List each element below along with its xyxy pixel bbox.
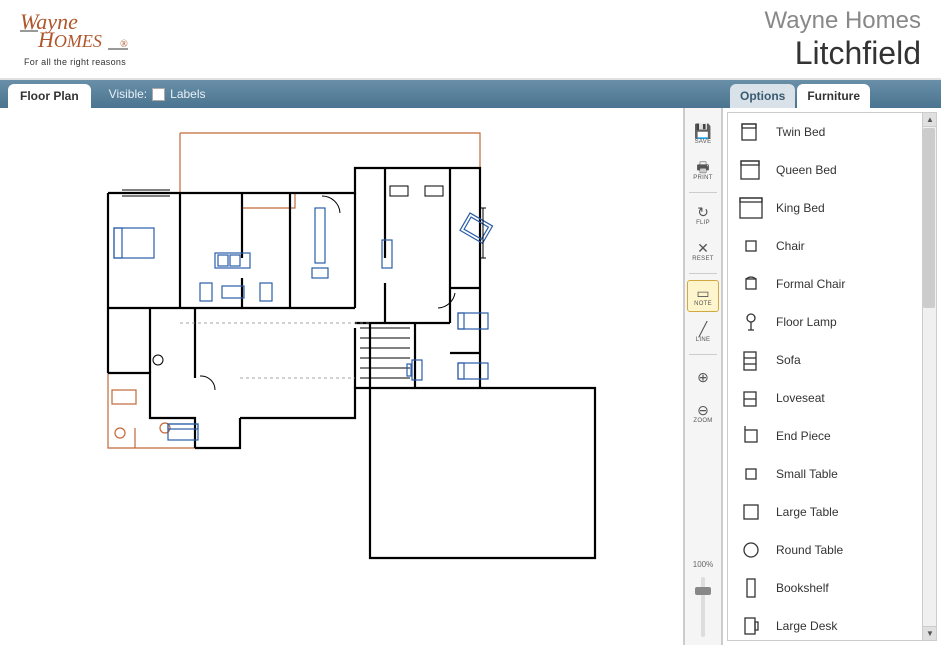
furniture-item-formal-chair[interactable]: Formal Chair xyxy=(728,265,936,303)
furniture-item-king-bed[interactable]: King Bed xyxy=(728,189,936,227)
print-icon: 🖶 xyxy=(696,160,709,174)
print-button[interactable]: 🖶 PRINT xyxy=(687,154,719,186)
bookshelf-icon xyxy=(738,575,764,601)
tool-panel: 💾 SAVE 🖶 PRINT ↻ FLIP ✕ RESET ▭ NOTE ╱ L… xyxy=(684,108,722,645)
furniture-item-end-piece[interactable]: End Piece xyxy=(728,417,936,455)
round-table-icon xyxy=(738,537,764,563)
formal-chair-icon xyxy=(738,271,764,297)
furniture-label: Twin Bed xyxy=(776,125,825,139)
furniture-item-floor-lamp[interactable]: Floor Lamp xyxy=(728,303,936,341)
zoom-slider[interactable] xyxy=(701,577,705,637)
svg-text:®: ® xyxy=(120,39,128,50)
save-button[interactable]: 💾 SAVE xyxy=(687,118,719,150)
sofa-icon xyxy=(738,347,764,373)
furniture-label: Loveseat xyxy=(776,391,825,405)
note-icon: ▭ xyxy=(696,286,709,300)
end-piece-icon xyxy=(738,423,764,449)
furniture-label: Small Table xyxy=(776,467,838,481)
floor-lamp-icon xyxy=(738,309,764,335)
large-table-icon xyxy=(738,499,764,525)
logo: Wayne HOMES ® For all the right reasons xyxy=(20,11,130,67)
furniture-label: End Piece xyxy=(776,429,831,443)
small-table-icon xyxy=(738,461,764,487)
header-company: Wayne Homes xyxy=(765,7,922,35)
large-desk-icon xyxy=(738,613,764,639)
zoom-in-icon: ⊕ xyxy=(697,370,709,384)
furniture-label: Large Desk xyxy=(776,619,837,633)
visible-label: Visible: xyxy=(109,87,147,101)
furniture-label: Queen Bed xyxy=(776,163,837,177)
tab-floor-plan[interactable]: Floor Plan xyxy=(8,84,91,108)
furniture-item-bookshelf[interactable]: Bookshelf xyxy=(728,569,936,607)
furniture-label: Bookshelf xyxy=(776,581,829,595)
furniture-item-loveseat[interactable]: Loveseat xyxy=(728,379,936,417)
save-icon: 💾 xyxy=(694,124,711,138)
furniture-item-small-table[interactable]: Small Table xyxy=(728,455,936,493)
furniture-label: Chair xyxy=(776,239,805,253)
header-model: Litchfield xyxy=(765,35,922,72)
main-toolbar: Floor Plan Visible: Labels Enable Toolti… xyxy=(0,80,941,108)
furniture-label: Sofa xyxy=(776,353,801,367)
twin-bed-icon xyxy=(738,119,764,145)
header-titles: Wayne Homes Litchfield xyxy=(765,7,922,72)
furniture-label: King Bed xyxy=(776,201,825,215)
king-bed-icon xyxy=(738,195,764,221)
reset-icon: ✕ xyxy=(697,241,709,255)
furniture-item-large-table[interactable]: Large Table xyxy=(728,493,936,531)
tab-options[interactable]: Options xyxy=(730,84,795,108)
zoom-out-icon: ⊖ xyxy=(697,403,709,417)
floorplan-canvas[interactable] xyxy=(0,108,684,645)
line-icon: ╱ xyxy=(699,322,707,336)
queen-bed-icon xyxy=(738,157,764,183)
note-button[interactable]: ▭ NOTE xyxy=(687,280,719,312)
furniture-list: Twin Bed Queen Bed King Bed Chair Formal Cha… xyxy=(727,112,937,641)
furniture-item-chair[interactable]: Chair xyxy=(728,227,936,265)
scroll-down-button[interactable]: ▼ xyxy=(923,626,937,640)
svg-text:HOMES: HOMES xyxy=(37,27,102,52)
furniture-label: Floor Lamp xyxy=(776,315,837,329)
furniture-item-twin-bed[interactable]: Twin Bed xyxy=(728,113,936,151)
scroll-up-button[interactable]: ▲ xyxy=(923,113,937,127)
loveseat-icon xyxy=(738,385,764,411)
furniture-item-round-table[interactable]: Round Table xyxy=(728,531,936,569)
zoom-level: 100% xyxy=(693,556,713,573)
line-button[interactable]: ╱ LINE xyxy=(687,316,719,348)
floorplan-svg xyxy=(50,128,630,568)
logo-tagline: For all the right reasons xyxy=(24,57,126,67)
furniture-item-large-desk[interactable]: Large Desk xyxy=(728,607,936,641)
main-area: 💾 SAVE 🖶 PRINT ↻ FLIP ✕ RESET ▭ NOTE ╱ L… xyxy=(0,108,941,645)
furniture-label: Round Table xyxy=(776,543,843,557)
labels-checkbox-label: Labels xyxy=(170,87,205,101)
furniture-item-queen-bed[interactable]: Queen Bed xyxy=(728,151,936,189)
zoom-slider-handle[interactable] xyxy=(695,587,711,595)
zoom-out-button[interactable]: ⊖ ZOOM xyxy=(687,397,719,429)
scroll-thumb[interactable] xyxy=(923,128,935,308)
flip-icon: ↻ xyxy=(697,205,709,219)
chair-icon xyxy=(738,233,764,259)
tab-furniture[interactable]: Furniture xyxy=(797,84,870,108)
reset-button[interactable]: ✕ RESET xyxy=(687,235,719,267)
labels-checkbox[interactable] xyxy=(152,88,165,101)
furniture-label: Large Table xyxy=(776,505,839,519)
scrollbar[interactable]: ▲ ▼ xyxy=(922,113,936,640)
side-panel: Twin Bed Queen Bed King Bed Chair Formal Cha… xyxy=(722,108,941,645)
furniture-item-sofa[interactable]: Sofa xyxy=(728,341,936,379)
furniture-label: Formal Chair xyxy=(776,277,845,291)
zoom-in-button[interactable]: ⊕ xyxy=(687,361,719,393)
flip-button[interactable]: ↻ FLIP xyxy=(687,199,719,231)
logo-text: Wayne HOMES ® xyxy=(20,11,130,55)
header: Wayne HOMES ® For all the right reasons … xyxy=(0,0,941,80)
